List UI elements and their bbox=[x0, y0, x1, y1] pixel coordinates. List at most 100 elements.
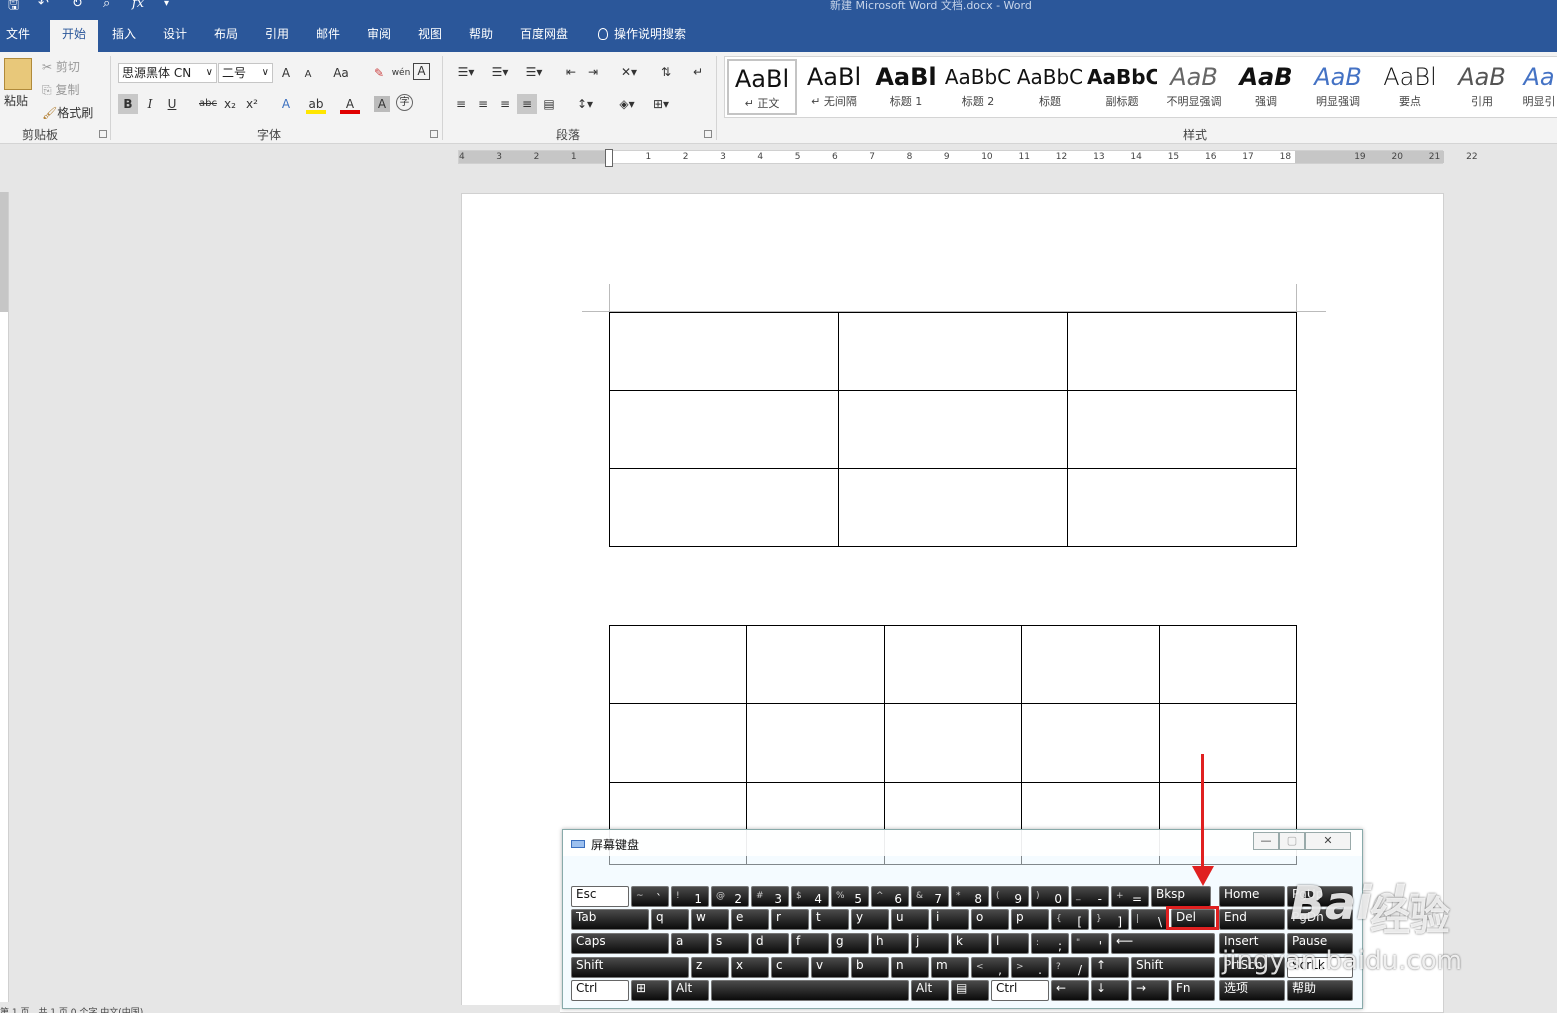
tab-references[interactable]: 引用 bbox=[255, 20, 299, 52]
key-key[interactable]: {[ bbox=[1051, 909, 1089, 930]
key-key[interactable]: | \ bbox=[1131, 909, 1169, 930]
highlight-icon[interactable]: ab bbox=[306, 94, 326, 114]
key-w[interactable]: w bbox=[691, 909, 729, 930]
key-key[interactable]: ↓ bbox=[1091, 980, 1129, 1001]
style-quote[interactable]: AaB 引用 bbox=[1447, 59, 1517, 115]
chinese-layout-icon[interactable]: ✕▾ bbox=[614, 62, 644, 82]
key-key[interactable]: _ - bbox=[1071, 886, 1109, 907]
tab-view[interactable]: 视图 bbox=[408, 20, 452, 52]
strikethrough-button[interactable]: abc bbox=[196, 94, 220, 114]
shrink-font-button[interactable]: A bbox=[298, 65, 318, 85]
key-key[interactable]: }] bbox=[1091, 909, 1129, 930]
line-spacing-icon[interactable]: ↕▾ bbox=[570, 94, 600, 114]
bold-button[interactable]: B bbox=[118, 94, 138, 114]
table-cell[interactable] bbox=[746, 624, 885, 705]
table-cell[interactable] bbox=[609, 390, 839, 469]
key-key[interactable]: ^ 6 bbox=[871, 886, 909, 907]
key-key[interactable]: #3 bbox=[751, 886, 789, 907]
key-x[interactable]: x bbox=[731, 957, 769, 978]
key-key[interactable]: * 8 bbox=[951, 886, 989, 907]
style-intense-emphasis[interactable]: AaB 明显强调 bbox=[1303, 59, 1373, 115]
table-cell[interactable] bbox=[1158, 624, 1298, 705]
clipboard-launcher-icon[interactable] bbox=[99, 130, 107, 138]
key-key[interactable]: ! 1 bbox=[671, 886, 709, 907]
key-a[interactable]: a bbox=[671, 933, 709, 954]
style-no-spacing[interactable]: AaBl ↵ 无间隔 bbox=[799, 59, 869, 115]
table-cell[interactable] bbox=[1067, 468, 1297, 547]
key-key[interactable]: :; bbox=[1031, 933, 1069, 954]
key-f[interactable]: f bbox=[791, 933, 829, 954]
table-cell[interactable] bbox=[746, 703, 885, 783]
style-strong[interactable]: AaBl 要点 bbox=[1375, 59, 1445, 115]
key-tab[interactable]: Tab bbox=[571, 909, 649, 930]
key-key[interactable]: ↑ bbox=[1091, 957, 1129, 978]
key-h[interactable]: h bbox=[871, 933, 909, 954]
justify-icon[interactable]: ≡ bbox=[517, 94, 537, 114]
key-home[interactable]: Home bbox=[1219, 886, 1285, 907]
key-key[interactable]: ⊞ bbox=[631, 980, 669, 1001]
copy-button[interactable]: ⎘ 复制 bbox=[42, 81, 79, 98]
key-l[interactable]: l bbox=[991, 933, 1029, 954]
style-subtitle[interactable]: AaBbC 副标题 bbox=[1087, 59, 1157, 115]
key-k[interactable]: k bbox=[951, 933, 989, 954]
tab-help[interactable]: 帮助 bbox=[459, 20, 503, 52]
key-key[interactable]: >. bbox=[1011, 957, 1049, 978]
font-size-combo[interactable]: 二号 ∨ bbox=[218, 63, 273, 83]
table-cell[interactable] bbox=[608, 624, 748, 705]
key-shift[interactable]: Shift bbox=[571, 957, 689, 978]
tell-me-search[interactable]: 操作说明搜索 bbox=[588, 20, 696, 52]
table-cell[interactable] bbox=[1158, 703, 1298, 783]
font-color-icon[interactable]: A bbox=[340, 94, 360, 114]
grow-font-button[interactable]: A bbox=[276, 63, 296, 83]
increase-indent-icon[interactable]: ⇥ bbox=[583, 62, 603, 82]
key-key[interactable]: ~ ` bbox=[631, 886, 669, 907]
table-cell[interactable] bbox=[609, 312, 839, 391]
paste-button[interactable]: 粘贴 bbox=[4, 92, 28, 109]
key-ctrl[interactable]: Ctrl bbox=[991, 980, 1049, 1001]
tab-baidu-netdisk[interactable]: 百度网盘 bbox=[510, 20, 578, 52]
indent-marker[interactable] bbox=[605, 149, 613, 167]
key-key[interactable]: ) 0 bbox=[1031, 886, 1069, 907]
key-key[interactable] bbox=[711, 980, 909, 1001]
key-shift[interactable]: Shift bbox=[1131, 957, 1215, 978]
show-marks-icon[interactable]: ↵ bbox=[688, 62, 708, 82]
osk-titlebar[interactable]: 屏幕键盘 — ▢ ✕ bbox=[563, 830, 1362, 856]
key-key[interactable]: ← bbox=[1051, 980, 1089, 1001]
style-normal[interactable]: AaBl ↵ 正文 bbox=[727, 59, 797, 115]
key-t[interactable]: t bbox=[811, 909, 849, 930]
key-key[interactable]: 选项 bbox=[1219, 980, 1285, 1001]
table-cell[interactable] bbox=[883, 624, 1023, 705]
superscript-button[interactable]: x² bbox=[242, 94, 262, 114]
font-name-combo[interactable]: 思源黑体 CN ∨ bbox=[118, 63, 217, 83]
key-key[interactable]: <, bbox=[971, 957, 1009, 978]
key-end[interactable]: End bbox=[1219, 909, 1285, 930]
format-painter-button[interactable]: 🖌格式刷 bbox=[42, 104, 93, 121]
key-alt[interactable]: Alt bbox=[671, 980, 709, 1001]
key-key[interactable]: 帮助 bbox=[1287, 980, 1353, 1001]
vertical-ruler[interactable] bbox=[0, 192, 9, 1002]
table-3x3[interactable] bbox=[609, 312, 1297, 547]
table-cell[interactable] bbox=[838, 468, 1068, 547]
multilevel-list-icon[interactable]: ☰▾ bbox=[519, 62, 549, 82]
key-b[interactable]: b bbox=[851, 957, 889, 978]
key-i[interactable]: i bbox=[931, 909, 969, 930]
key-key[interactable]: ? / bbox=[1051, 957, 1089, 978]
maximize-button[interactable]: ▢ bbox=[1279, 832, 1305, 850]
key-key[interactable]: % 5 bbox=[831, 886, 869, 907]
align-left-icon[interactable]: ≡ bbox=[451, 94, 471, 114]
key-p[interactable]: p bbox=[1011, 909, 1049, 930]
tab-design[interactable]: 设计 bbox=[153, 20, 197, 52]
phonetic-guide-icon[interactable]: wén bbox=[391, 63, 411, 83]
table-cell[interactable] bbox=[838, 390, 1068, 469]
table-cell[interactable] bbox=[1021, 624, 1160, 705]
key-key[interactable]: (9 bbox=[991, 886, 1029, 907]
subscript-button[interactable]: x₂ bbox=[220, 94, 240, 114]
key-key[interactable]: @2 bbox=[711, 886, 749, 907]
key-v[interactable]: v bbox=[811, 957, 849, 978]
key-key[interactable]: " ' bbox=[1071, 933, 1109, 954]
tab-layout[interactable]: 布局 bbox=[204, 20, 248, 52]
table-cell[interactable] bbox=[609, 468, 839, 547]
key-e[interactable]: e bbox=[731, 909, 769, 930]
key-m[interactable]: m bbox=[931, 957, 969, 978]
tab-insert[interactable]: 插入 bbox=[102, 20, 146, 52]
